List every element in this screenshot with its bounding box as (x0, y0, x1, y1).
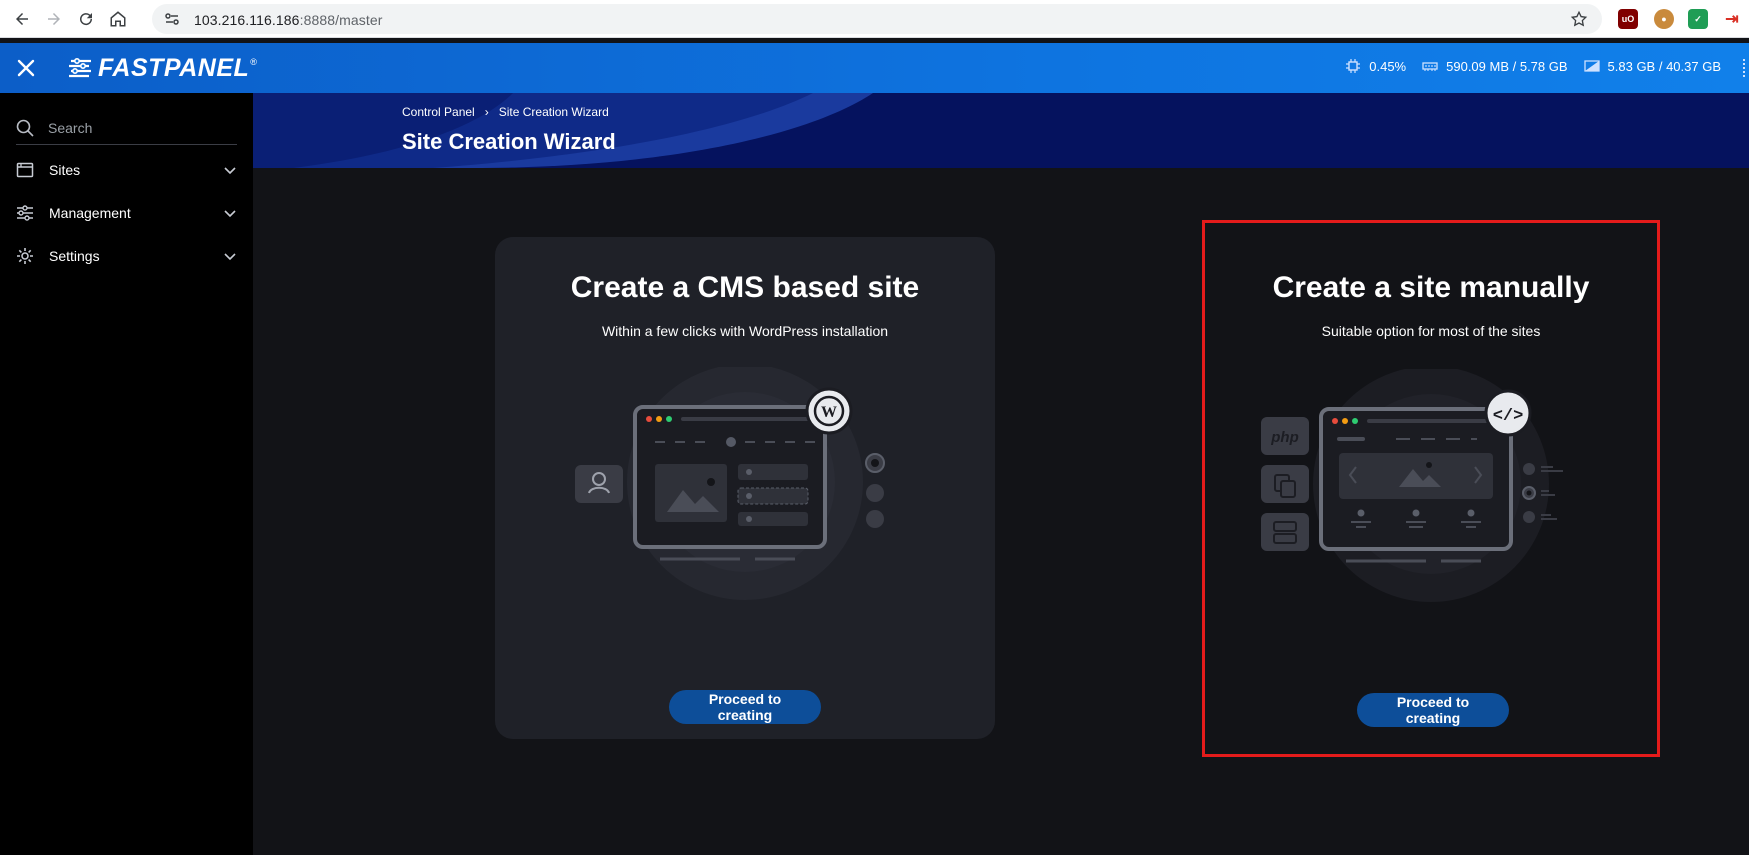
card-title: Create a site manually (1272, 271, 1590, 304)
page-title: Site Creation Wizard (402, 129, 616, 154)
arrow-left-icon (16, 13, 28, 25)
cookie-extension-icon[interactable]: ● (1654, 9, 1674, 29)
gear-icon (17, 248, 33, 264)
proceed-manual-button[interactable]: Proceed to creating (1357, 693, 1509, 727)
cpu-metric: 0.45% (1345, 58, 1406, 74)
svg-text:W: W (821, 404, 837, 421)
disk-icon (1583, 60, 1600, 72)
card-title: Create a CMS based site (570, 271, 920, 304)
breadcrumb: Control Panel › Site Creation Wizard (402, 105, 609, 119)
card-subtitle: Within a few clicks with WordPress insta… (601, 323, 889, 339)
manual-site-card: Create a site manually Suitable option f… (1202, 220, 1660, 757)
chevron-down-icon (224, 210, 236, 218)
sidebar-item-sites[interactable]: Sites (0, 150, 253, 190)
page-banner: Control Panel › Site Creation Wizard Sit… (253, 93, 1749, 168)
header-overflow-indicator (1743, 59, 1749, 77)
svg-text:php: php (1270, 429, 1299, 446)
server-metrics: 0.45% 590.09 MB / 5.78 GB 5.83 GB / 40.3… (1329, 58, 1721, 74)
shield-extension-icon[interactable]: ✓ (1688, 9, 1708, 29)
home-icon (110, 11, 126, 27)
main-content: Control Panel › Site Creation Wizard Sit… (253, 93, 1749, 855)
breadcrumb-current: Site Creation Wizard (498, 105, 609, 119)
site-info-icon[interactable] (164, 11, 180, 27)
url-text: 103.216.116.186:8888/master (194, 12, 383, 28)
cms-site-card: Create a CMS based site Within a few cli… (495, 237, 995, 739)
ram-metric: 590.09 MB / 5.78 GB (1422, 58, 1568, 74)
cms-illustration: W (575, 367, 885, 600)
manual-illustration: php </> (1261, 369, 1563, 602)
close-menu-icon[interactable] (14, 56, 38, 80)
sidebar-item-label: Management (49, 205, 131, 221)
sidebar-item-label: Sites (49, 162, 81, 178)
breadcrumb-link-control-panel[interactable]: Control Panel (402, 105, 475, 119)
sidebar-search (16, 115, 237, 145)
search-input[interactable] (48, 117, 233, 139)
memory-icon (1422, 62, 1438, 71)
search-icon (16, 119, 34, 137)
home-button[interactable] (106, 7, 130, 31)
disk-metric: 5.83 GB / 40.37 GB (1583, 58, 1721, 74)
reload-button[interactable] (74, 7, 98, 31)
fastpanel-logo[interactable]: FASTPANEL ® (68, 54, 257, 82)
proceed-cms-button[interactable]: Proceed to creating (669, 690, 821, 724)
app-header: FASTPANEL ® 0.45% 590.09 MB / 5.78 GB 5.… (0, 43, 1749, 93)
sidebar-item-settings[interactable]: Settings (0, 236, 253, 276)
browser-toolbar: 103.216.116.186:8888/master uO ● ✓ ⇥ (0, 0, 1749, 38)
cpu-icon (1346, 59, 1361, 73)
sliders-icon (17, 205, 33, 221)
chevron-down-icon (224, 253, 236, 261)
chevron-down-icon (224, 167, 236, 175)
logo-registered: ® (250, 57, 257, 67)
bookmark-star-icon[interactable] (1570, 10, 1588, 28)
card-subtitle: Suitable option for most of the sites (1321, 323, 1541, 339)
sidebar-item-label: Settings (49, 248, 100, 264)
forward-button[interactable] (42, 7, 66, 31)
address-bar[interactable]: 103.216.116.186:8888/master (152, 4, 1602, 34)
window-icon (16, 162, 34, 178)
arrow-right-icon (48, 13, 60, 25)
reload-icon (80, 13, 93, 26)
svg-text:</>: </> (1493, 407, 1524, 426)
back-button[interactable] (10, 7, 34, 31)
chevron-right-icon: › (484, 105, 489, 119)
logo-text: FASTPANEL (98, 53, 250, 82)
exit-extension-icon[interactable]: ⇥ (1722, 9, 1742, 29)
sidebar-item-management[interactable]: Management (0, 193, 253, 233)
sidebar: Sites Management Settings (0, 93, 253, 855)
ublock-extension-icon[interactable]: uO (1618, 9, 1638, 29)
logo-mark-icon (69, 57, 91, 78)
